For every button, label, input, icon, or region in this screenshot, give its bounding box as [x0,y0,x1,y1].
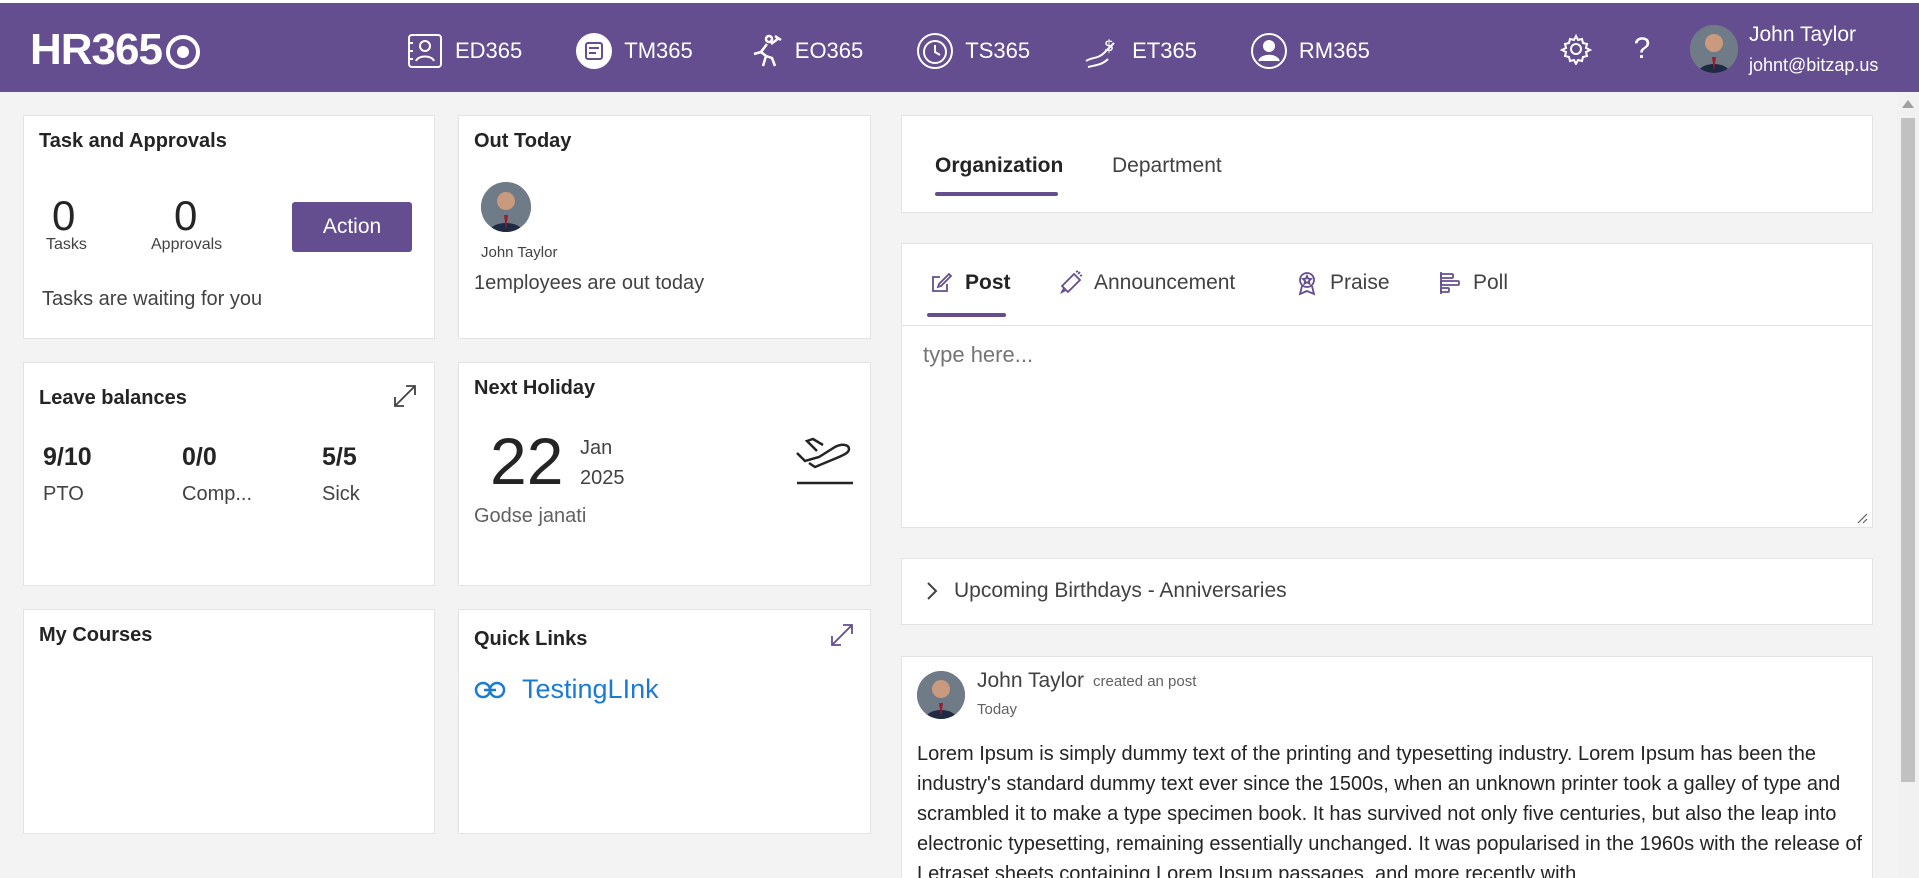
birthdays-card[interactable]: Upcoming Birthdays - Anniversaries [901,558,1873,625]
airplane-icon [796,437,853,485]
card-title: Task and Approvals [39,130,227,152]
app-ed365-label: ED365 [455,38,523,63]
card-title: Next Holiday [474,377,596,399]
badge-icon [1298,272,1316,296]
person-avatar[interactable] [481,182,531,232]
task-management-icon [576,33,613,69]
app-rm365-label: RM365 [1298,38,1370,63]
expand-icon[interactable] [392,383,418,409]
timesheet-icon [917,33,954,69]
scope-tabs-card: Organization Department [901,115,1873,213]
post-composer-card: Post Announcement Praise Poll [901,243,1873,528]
app-et365[interactable]: $ ET365 [1082,31,1197,71]
quick-link-label: TestingLInk [522,674,659,704]
tab-announcement[interactable]: Announcement [1058,270,1235,296]
post-timestamp: Today [977,701,1018,718]
post-author-avatar[interactable] [917,671,965,719]
quick-link-item[interactable]: TestingLInk [474,674,659,705]
tab-poll-label: Poll [1473,271,1509,294]
user-email: johnt@bitzap.us [1749,55,1879,75]
out-today-summary: 1employees are out today [474,272,705,294]
post-action-text: created an post [1093,673,1197,690]
action-button[interactable]: Action [292,202,412,252]
holiday-month: Jan [580,437,613,459]
my-courses-card: My Courses [23,609,435,834]
app-switcher: ED365 TM365 EO365 TS365 $ ET365 RM365 [405,31,1422,71]
tasks-count: 0 [52,192,76,239]
hr365-logo[interactable]: HR365 [30,25,200,75]
tab-praise-label: Praise [1330,271,1390,294]
leave-sick-label: Sick [322,483,360,505]
leave-pto-value: 9/10 [43,443,92,471]
next-holiday-card: Next Holiday 22 Jan 2025 Godse janati [458,362,871,586]
recruitment-icon [1250,33,1287,69]
megaphone-icon [1059,270,1083,295]
out-today-card: Out Today John Taylor 1employees are out… [458,115,871,339]
app-ed365[interactable]: ED365 [405,31,522,71]
post-body: Lorem Ipsum is simply dummy text of the … [917,743,1863,878]
tasks-message: Tasks are waiting for you [42,288,263,310]
tab-announcement-label: Announcement [1094,271,1236,294]
holiday-name: Godse janati [474,505,587,527]
top-navigation-bar: HR365 ED365 TM365 EO365 TS365 $ ET365 RM… [0,0,1919,92]
app-tm365-label: TM365 [624,38,693,63]
app-tm365[interactable]: TM365 [574,31,693,71]
card-title: My Courses [39,624,153,646]
page-scrollbar[interactable] [1897,92,1919,878]
post-tab-active-indicator [927,313,1006,317]
task-approvals-card: Task and Approvals 0 Tasks 0 Approvals A… [23,115,435,339]
employee-directory-icon [408,34,442,68]
leave-sick-value: 5/5 [322,443,357,471]
card-title: Out Today [474,130,572,152]
feed-post-card: John Taylor created an post Today Lorem … [901,656,1873,878]
card-title: Leave balances [39,387,187,409]
tab-department[interactable]: Department [1112,154,1222,178]
chevron-right-icon [927,582,938,600]
expand-icon[interactable] [829,622,855,648]
scrollbar-thumb[interactable] [1901,118,1915,782]
approvals-label: Approvals [151,236,223,253]
edit-icon [932,272,953,292]
card-title: Quick Links [474,628,588,650]
leave-comp-label: Comp... [182,483,253,505]
app-rm365[interactable]: RM365 [1249,31,1370,71]
tab-organization[interactable]: Organization [935,154,1063,178]
holiday-day: 22 [490,424,564,498]
quick-links-card: Quick Links TestingLInk [458,609,871,834]
birthdays-toggle[interactable]: Upcoming Birthdays - Anniversaries [926,579,1287,603]
leave-pto-label: PTO [43,483,84,505]
resize-handle-icon[interactable] [1856,512,1868,524]
post-author-name[interactable]: John Taylor [977,669,1084,693]
approvals-count: 0 [174,192,198,239]
person-name: John Taylor [481,244,558,261]
birthdays-label: Upcoming Birthdays - Anniversaries [954,579,1287,602]
post-text-input[interactable] [903,326,1872,526]
logo-text: HR365 [30,25,163,74]
tab-poll[interactable]: Poll [1437,270,1508,296]
app-ts365-label: TS365 [965,38,1031,63]
scroll-up-arrow-icon[interactable] [1902,100,1914,108]
tab-praise[interactable]: Praise [1294,270,1390,296]
holiday-year: 2025 [580,467,625,489]
tab-active-indicator [935,192,1058,196]
app-eo365[interactable]: EO365 [745,31,864,71]
tab-post-label: Post [965,271,1011,294]
app-eo365-label: EO365 [794,38,864,63]
leave-balances-card: Leave balances 9/10 PTO 0/0 Comp... 5/5 … [23,362,435,586]
svg-text:$: $ [1104,36,1114,55]
tasks-label: Tasks [46,236,87,253]
app-et365-label: ET365 [1132,38,1197,63]
employee-onboarding-icon [753,34,782,67]
leave-comp-value: 0/0 [182,443,217,471]
logo-user-icon [165,35,200,69]
help-question-icon[interactable]: ? [1622,29,1662,69]
settings-gear-icon[interactable] [1556,29,1596,69]
link-icon [474,681,506,698]
expense-tracker-icon: $ [1085,36,1115,68]
poll-icon [1440,272,1460,294]
app-ts365[interactable]: TS365 [915,31,1030,71]
user-avatar[interactable] [1690,25,1738,73]
user-name: John Taylor [1749,23,1857,46]
tab-post[interactable]: Post [929,270,1011,296]
